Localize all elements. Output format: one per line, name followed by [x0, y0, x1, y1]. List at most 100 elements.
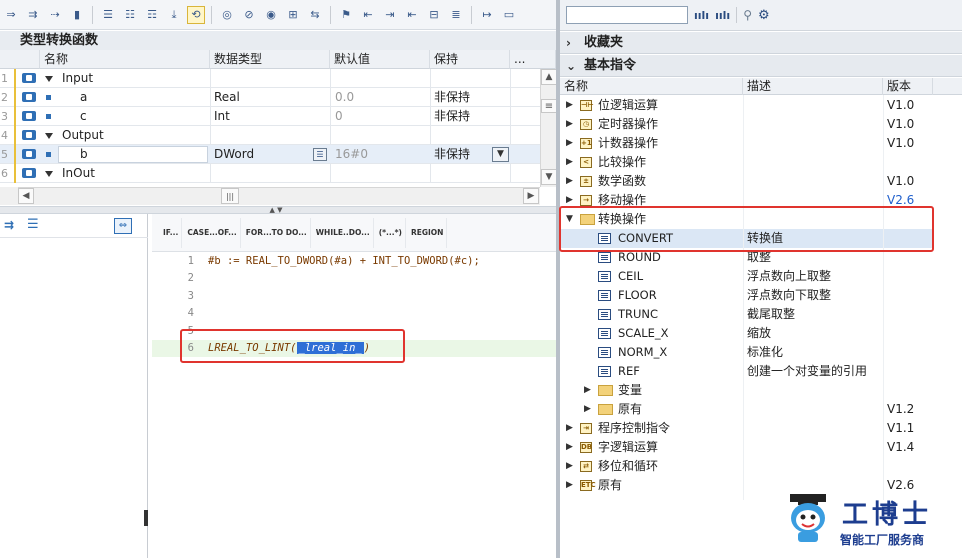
scroll-down-icon[interactable]: ▼: [541, 169, 557, 185]
pane-splitter[interactable]: ▲ ▼: [0, 206, 556, 214]
instruction-item[interactable]: ▶ < 比较操作: [560, 153, 932, 172]
expand-right-icon[interactable]: ▶: [566, 153, 573, 172]
stop-icon[interactable]: ⊘: [240, 6, 258, 24]
col-header-type[interactable]: 数据类型: [210, 50, 330, 69]
interface-row[interactable]: 2 a Real 0.0 非保持: [0, 88, 540, 107]
expand-right-icon[interactable]: ▶: [566, 134, 573, 153]
instruction-version[interactable]: V1.0: [887, 172, 914, 191]
instruction-item[interactable]: ▶ ◷ 定时器操作 V1.0: [560, 115, 932, 134]
collapse-triangle-icon[interactable]: [45, 133, 53, 139]
outdent-icon[interactable]: ☰: [27, 218, 43, 232]
expand-right-icon[interactable]: ▶: [566, 96, 573, 115]
scl-insert-button[interactable]: REGION: [408, 217, 448, 248]
instruction-item[interactable]: ▶ ⇥ 程序控制指令 V1.1: [560, 419, 932, 438]
expand-icon[interactable]: ▮: [68, 6, 86, 24]
variable-type[interactable]: Real: [214, 88, 240, 107]
align-icon[interactable]: ≣: [447, 6, 465, 24]
instruction-item[interactable]: ▶ 原有 V1.2: [560, 400, 932, 419]
col-header-description[interactable]: 描述: [743, 78, 883, 95]
variable-default[interactable]: 0: [335, 107, 343, 126]
type-browse-icon[interactable]: ☰: [313, 148, 327, 161]
col-header-default[interactable]: 默认值: [330, 50, 430, 69]
instruction-item[interactable]: FLOOR 浮点数向下取整: [560, 286, 932, 305]
instruction-item[interactable]: ▶ ⇄ 移位和循环: [560, 457, 932, 476]
scroll-grip-icon[interactable]: ≡: [541, 99, 557, 113]
expand-right-icon[interactable]: ▶: [566, 172, 573, 191]
collapse-icon[interactable]: ⇔: [114, 218, 132, 234]
col-header-version[interactable]: 版本: [883, 78, 933, 95]
instruction-item[interactable]: NORM_X 标准化: [560, 343, 932, 362]
interface-vertical-scrollbar[interactable]: ▲ ≡ ▼: [540, 69, 557, 187]
goto-icon[interactable]: ⇤: [359, 6, 377, 24]
scroll-up-icon[interactable]: ▲: [541, 69, 557, 85]
favorites-section[interactable]: › 收藏夹: [560, 32, 962, 54]
end-icon[interactable]: ↦: [478, 6, 496, 24]
col-header-name[interactable]: 名称: [560, 78, 743, 95]
list-icon[interactable]: ☷: [121, 6, 139, 24]
interface-row[interactable]: 4 Output: [0, 126, 540, 145]
instruction-item[interactable]: SCALE_X 缩放: [560, 324, 932, 343]
code-line[interactable]: 4: [152, 305, 556, 322]
force-icon[interactable]: ⊞: [284, 6, 302, 24]
insert-row-after-icon[interactable]: ⇉: [24, 6, 42, 24]
scroll-thumb-icon[interactable]: |||: [221, 188, 239, 204]
instruction-version[interactable]: V1.4: [887, 438, 914, 457]
instruction-version[interactable]: V1.2: [887, 400, 914, 419]
expand-right-icon[interactable]: ▶: [584, 381, 591, 400]
sort-icon[interactable]: ıılı: [694, 9, 709, 22]
monitor-icon[interactable]: ⟲: [187, 5, 205, 24]
col-header-more[interactable]: ...: [510, 50, 556, 69]
instruction-version[interactable]: V1.1: [887, 419, 914, 438]
sort-reverse-icon[interactable]: ıılı: [715, 9, 730, 22]
variable-type[interactable]: DWord: [214, 145, 254, 164]
window-icon[interactable]: ▭: [500, 6, 518, 24]
instruction-item[interactable]: ▶ +1 计数器操作 V1.0: [560, 134, 932, 153]
interface-row[interactable]: 1 Input: [0, 69, 540, 88]
insert-row-icon[interactable]: ⇒: [2, 6, 20, 24]
instruction-version[interactable]: V1.0: [887, 96, 914, 115]
expand-right-icon[interactable]: ▶: [566, 476, 573, 495]
scl-insert-button[interactable]: FOR... TO DO...: [243, 217, 311, 248]
indent-icon[interactable]: ⇉: [4, 218, 20, 232]
toggle-icon[interactable]: ⇢: [46, 6, 64, 24]
indent-icon[interactable]: ⇥: [381, 6, 399, 24]
scl-insert-button[interactable]: IF...: [160, 217, 183, 248]
scl-insert-button[interactable]: CASE... OF...: [184, 217, 241, 248]
comment-icon[interactable]: ⊟: [425, 6, 443, 24]
instruction-item[interactable]: REF 创建一个对变量的引用: [560, 362, 932, 381]
basic-instructions-section[interactable]: ⌄ 基本指令: [560, 55, 962, 77]
variable-default[interactable]: 16#0: [335, 145, 368, 164]
split-icon[interactable]: ☶: [143, 6, 161, 24]
scl-insert-button[interactable]: (*...*): [376, 217, 406, 248]
interface-row[interactable]: 5 b DWord ☰ 16#0 非保持 ▼: [0, 145, 540, 164]
instruction-item[interactable]: ▶ ⊣⊢ 位逻辑运算 V1.0: [560, 96, 932, 115]
variable-name[interactable]: c: [80, 107, 87, 126]
variable-name[interactable]: b: [80, 145, 88, 164]
instruction-item[interactable]: ▶ ± 数学函数 V1.0: [560, 172, 932, 191]
scroll-left-icon[interactable]: ◀: [18, 188, 34, 204]
outdent-icon[interactable]: ⇤: [403, 6, 421, 24]
expand-right-icon[interactable]: ▶: [566, 457, 573, 476]
instruction-version[interactable]: V1.0: [887, 134, 914, 153]
network-icon[interactable]: ☰: [99, 6, 117, 24]
expand-right-icon[interactable]: ▶: [566, 115, 573, 134]
expand-right-icon[interactable]: ▶: [566, 438, 573, 457]
interface-row[interactable]: 6 InOut: [0, 164, 540, 183]
instruction-search-input[interactable]: [566, 6, 688, 24]
variable-retain[interactable]: 非保持: [434, 107, 470, 126]
filter-icon[interactable]: ⚲: [743, 8, 752, 22]
expand-right-icon[interactable]: ▶: [584, 400, 591, 419]
watch-icon[interactable]: ◉: [262, 6, 280, 24]
instruction-version[interactable]: V1.0: [887, 115, 914, 134]
instruction-item[interactable]: CEIL 浮点数向上取整: [560, 267, 932, 286]
collapse-triangle-icon[interactable]: [45, 76, 53, 82]
interface-horizontal-scrollbar[interactable]: ◀ ||| ▶: [18, 187, 540, 205]
breakpoint-icon[interactable]: ◎: [218, 6, 236, 24]
scl-insert-button[interactable]: WHILE.. DO...: [313, 217, 374, 248]
options-icon[interactable]: ⚙: [758, 8, 770, 23]
variable-default[interactable]: 0.0: [335, 88, 354, 107]
pane-grip[interactable]: [144, 510, 148, 526]
instruction-item[interactable]: ▶ 变量: [560, 381, 932, 400]
variable-type[interactable]: Int: [214, 107, 230, 126]
col-header-retain[interactable]: 保持: [430, 50, 510, 69]
